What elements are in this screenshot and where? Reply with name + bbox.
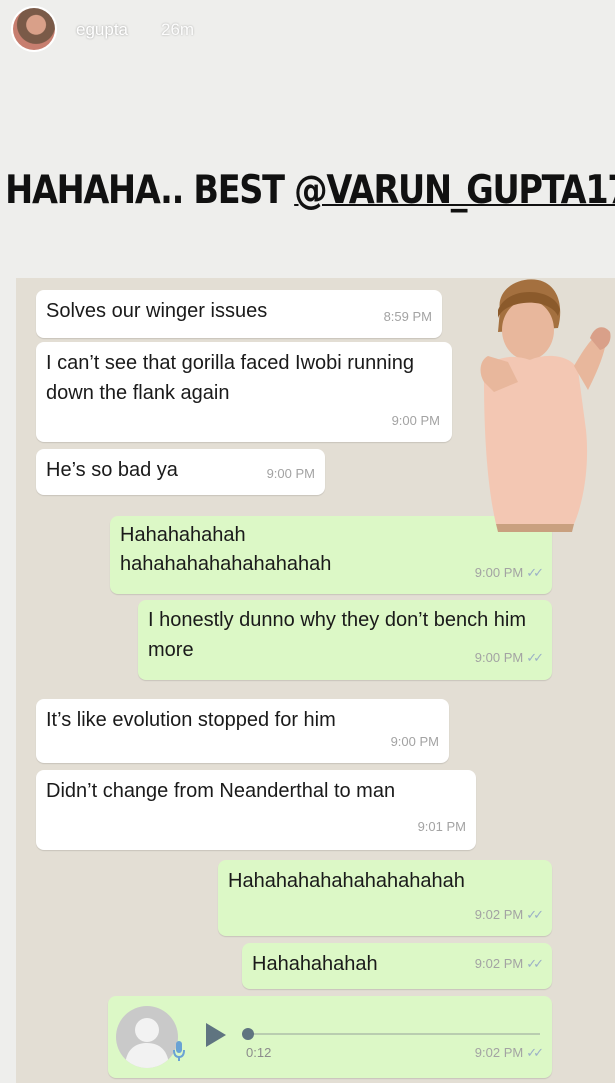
voice-duration: 0:12 [246,1045,272,1060]
message-time: 9:00 PM [474,650,524,665]
message-text: Didn’t change from Neanderthal to man [46,780,396,802]
message-time: 9:00 PM [390,734,439,749]
double-check-icon: ✓✓ [526,956,544,971]
story-caption: HAHAHA.. BEST @VARUN_GUPTA17 [0,168,615,224]
message-bubble-incoming: He’s so bad ya 9:00 PM [36,449,325,495]
message-text: It’s like evolution stopped for him [46,709,336,731]
double-check-icon: ✓✓ [526,565,544,580]
message-time: 9:00 PM [474,565,524,580]
message-status: 9:00 PM ✓✓ [474,558,544,587]
message-time: 9:00 PM [266,466,315,481]
message-text: Hahahahahah hahahahahahahahahah [120,524,332,575]
message-time: 8:59 PM [383,309,432,324]
message-bubble-outgoing: Hahahahahahahahahahah 9:02 PM ✓✓ [218,860,552,936]
message-bubble-outgoing: Hahahahahah 9:02 PM ✓✓ [242,943,552,989]
message-time: 9:01 PM [417,819,466,834]
double-check-icon: ✓✓ [526,650,544,665]
message-time: 9:02 PM [474,956,524,971]
message-status: 9:00 PM ✓✓ [474,643,544,673]
message-text: I honestly dunno why they don’t bench hi… [148,609,527,661]
message-status: 9:02 PM ✓✓ [474,949,544,979]
play-icon[interactable] [204,1022,228,1048]
caption-mention[interactable]: @VARUN_GUPTA17 [294,168,615,213]
message-time: 9:02 PM [474,907,524,922]
double-check-icon: ✓✓ [526,1045,544,1060]
message-text: I can’t see that gorilla faced Iwobi run… [46,352,414,404]
message-text: Hahahahahah [252,953,378,975]
profile-avatar[interactable] [11,6,57,52]
message-time: 9:00 PM [391,413,440,428]
voice-progress-track[interactable] [248,1033,540,1035]
message-bubble-outgoing: I honestly dunno why they don’t bench hi… [138,600,552,680]
message-status: 9:02 PM ✓✓ [474,900,544,930]
sticker-kid [480,279,611,532]
story-header: egupta 26m [0,0,615,70]
double-check-icon: ✓✓ [526,907,544,922]
message-text: Hahahahahahahahahahah [228,870,465,892]
caption-text: HAHAHA.. BEST [5,168,295,213]
message-bubble-incoming: Solves our winger issues 8:59 PM [36,290,442,338]
message-time: 9:02 PM [474,1045,524,1060]
default-avatar-icon [116,1006,178,1068]
message-text: He’s so bad ya [46,459,178,481]
message-bubble-incoming: Didn’t change from Neanderthal to man 9:… [36,770,476,850]
message-bubble-incoming: It’s like evolution stopped for him 9:00… [36,699,449,763]
story-username[interactable]: egupta [76,20,128,40]
mic-icon [173,1041,185,1061]
message-bubble-incoming: I can’t see that gorilla faced Iwobi run… [36,342,452,442]
message-status: 9:02 PM ✓✓ [474,1038,544,1068]
message-text: Solves our winger issues [46,300,268,322]
story-time: 26m [161,20,195,39]
